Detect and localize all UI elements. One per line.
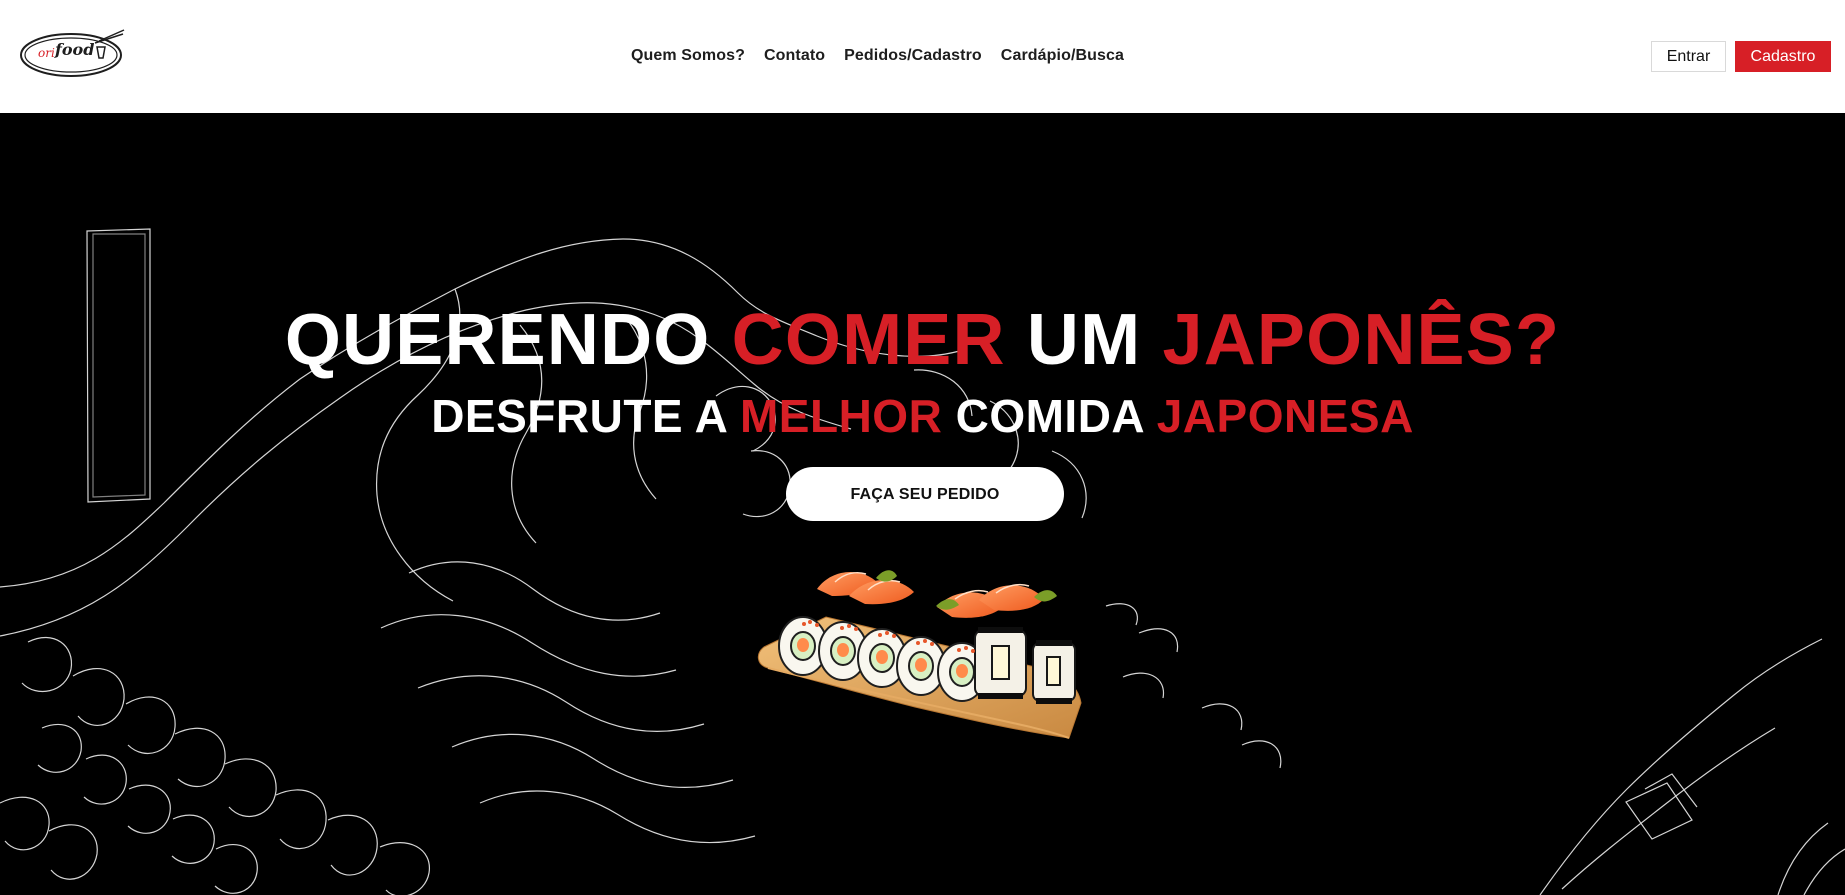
headline-part-4: JAPONÊS?	[1162, 300, 1561, 380]
nav-item-contato[interactable]: Contato	[764, 47, 825, 65]
subheadline-part-3: COMIDA	[942, 390, 1157, 442]
sushi-platter-image	[748, 533, 1098, 743]
subheadline-part-4: JAPONESA	[1156, 390, 1414, 442]
brand-logo[interactable]: ori food	[19, 25, 129, 80]
hero-headline: QUERENDO COMER UM JAPONÊS?	[0, 304, 1845, 376]
signup-button[interactable]: Cadastro	[1735, 41, 1831, 72]
hero-banner: QUERENDO COMER UM JAPONÊS? DESFRUTE A ME…	[0, 113, 1845, 895]
auth-actions: Entrar Cadastro	[1651, 41, 1831, 72]
headline-part-3: UM	[1005, 300, 1163, 380]
headline-part-2: COMER	[731, 300, 1006, 380]
nav-item-cardapio-busca[interactable]: Cardápio/Busca	[1001, 47, 1124, 65]
subheadline-part-1: DESFRUTE A	[431, 390, 740, 442]
login-button[interactable]: Entrar	[1651, 41, 1726, 72]
logo-text-food: food	[54, 40, 94, 59]
sushi-platter-icon	[757, 570, 1082, 739]
chopsticks-bowl-logo-icon: ori food	[20, 29, 125, 77]
subheadline-part-2: MELHOR	[739, 390, 943, 442]
nav-item-pedidos-cadastro[interactable]: Pedidos/Cadastro	[844, 47, 982, 65]
headline-part-1: QUERENDO	[284, 300, 732, 380]
order-now-button[interactable]: FAÇA SEU PEDIDO	[786, 467, 1064, 521]
nav-item-quem-somos[interactable]: Quem Somos?	[631, 47, 745, 65]
main-navigation: Quem Somos? Contato Pedidos/Cadastro Car…	[631, 45, 1124, 67]
site-header: ori food Quem Somos? Contato Pedidos/Cad…	[0, 0, 1845, 113]
hero-subheadline: DESFRUTE A MELHOR COMIDA JAPONESA	[0, 393, 1845, 439]
logo-text-ori: ori	[38, 46, 55, 60]
